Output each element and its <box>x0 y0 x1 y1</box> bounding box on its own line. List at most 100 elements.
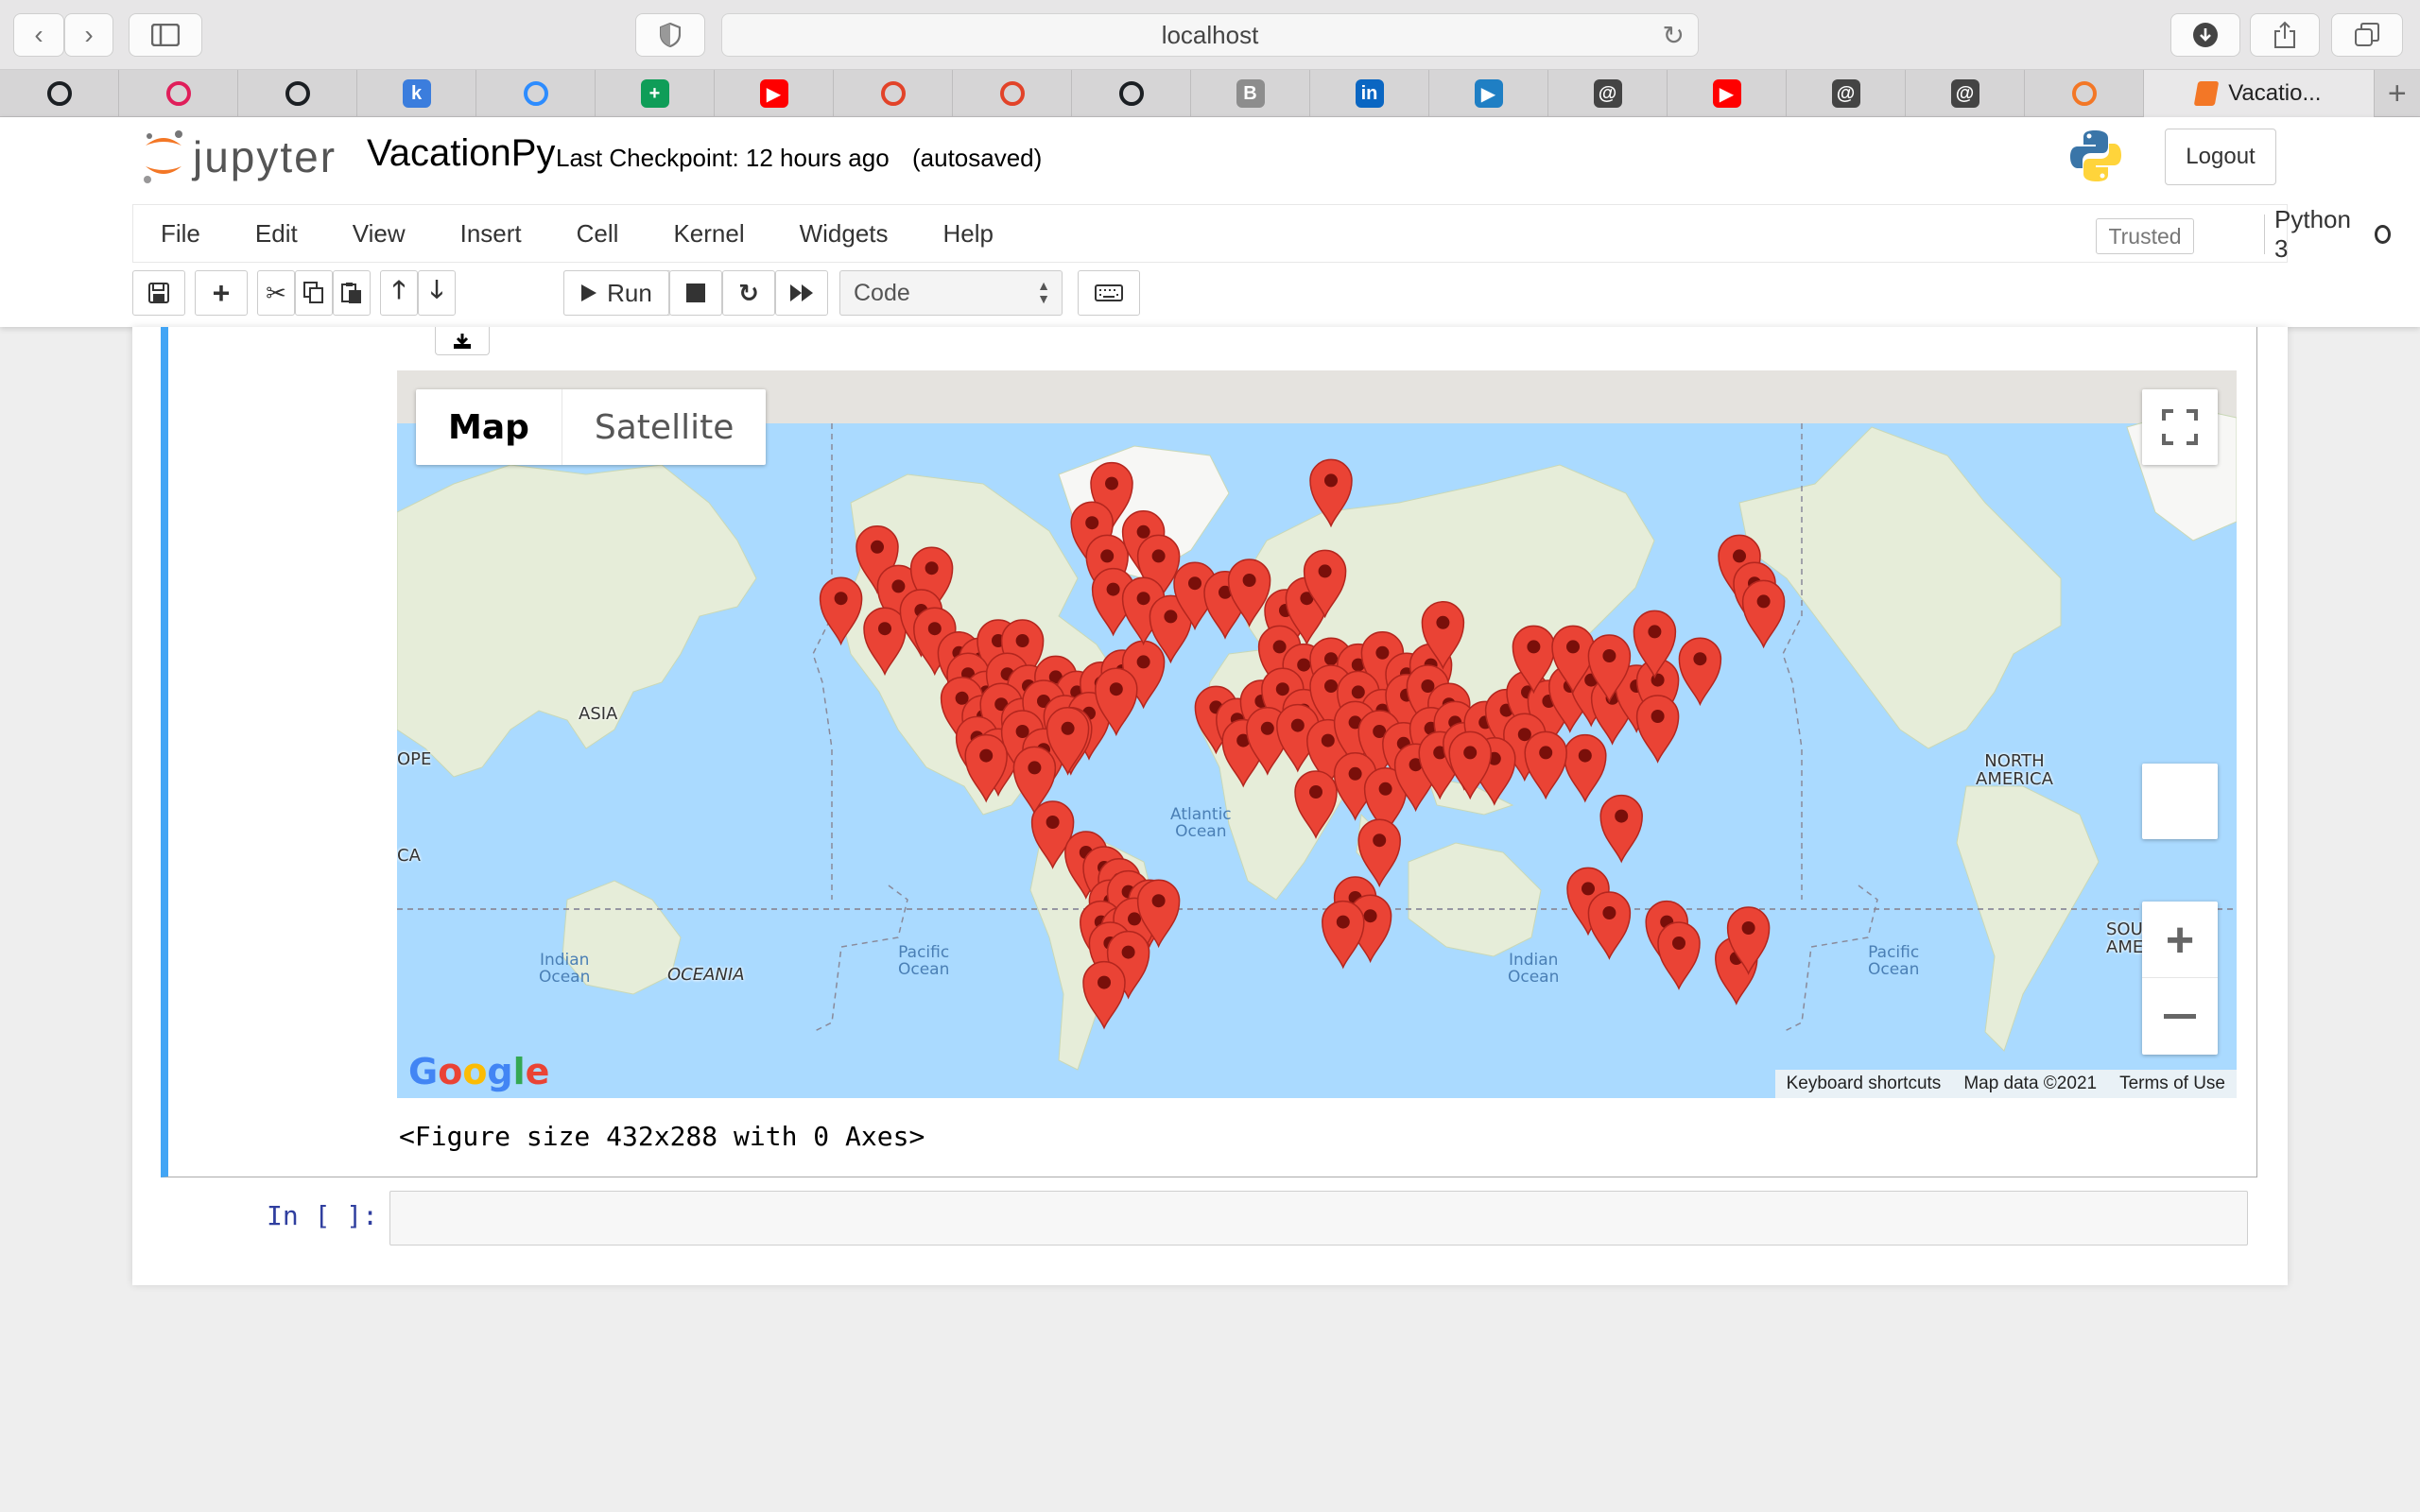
logout-button[interactable]: Logout <box>2165 129 2276 185</box>
python-logo-icon <box>2068 129 2123 188</box>
browser-tab-12[interactable]: in <box>1310 70 1429 117</box>
cell-type-value: Code <box>854 279 910 306</box>
arrow-down-icon: 🡓 <box>430 275 443 303</box>
share-button[interactable] <box>2250 13 2320 57</box>
new-tab-button[interactable]: + <box>2375 70 2420 117</box>
kernel-name: Python 3 <box>2274 205 2351 263</box>
google-logo[interactable]: Google <box>408 1051 549 1092</box>
terms-of-use-link[interactable]: Terms of Use <box>2108 1074 2237 1094</box>
minus-icon <box>2164 1013 2196 1019</box>
menu-kernel[interactable]: Kernel <box>646 219 771 249</box>
copy-button[interactable] <box>295 270 333 316</box>
label-europe: OPE <box>397 749 432 769</box>
browser-tab-14[interactable]: @ <box>1548 70 1668 117</box>
zoom-control: + <box>2142 902 2218 1055</box>
notebook-icon <box>2193 81 2220 106</box>
browser-tab-6[interactable]: + <box>596 70 715 117</box>
browser-tab-9[interactable] <box>953 70 1072 117</box>
label-africa-edge: CA <box>397 846 421 866</box>
browser-tab-11[interactable]: B <box>1191 70 1310 117</box>
menu-insert[interactable]: Insert <box>433 219 549 249</box>
arrow-up-icon: 🡑 <box>392 275 406 303</box>
browser-tab-7[interactable]: ▶ <box>715 70 834 117</box>
jupyter-logo-text: jupyter <box>193 132 337 181</box>
gmaps-figure[interactable]: ASIA OPE CA Atlantic Ocean Indian Ocean OC… <box>397 370 2237 1098</box>
back-button[interactable]: ‹ <box>13 13 64 57</box>
k-icon: k <box>402 79 431 108</box>
gitlab-icon <box>999 81 1025 106</box>
map-view-button[interactable]: Map <box>416 389 562 465</box>
bootstrap-icon: B <box>1236 79 1265 108</box>
save-button[interactable] <box>132 270 185 316</box>
label-indian-ocean-west: Indian Ocean <box>539 951 591 987</box>
paste-icon <box>341 283 361 303</box>
kernel-indicator-area[interactable]: Python 3 <box>2264 205 2391 263</box>
fullscreen-button[interactable] <box>2142 389 2218 465</box>
restart-kernel-button[interactable]: ↻ <box>722 270 775 316</box>
autosave-status: (autosaved) <box>912 144 1043 172</box>
privacy-shield-button[interactable] <box>635 13 705 57</box>
active-tab[interactable]: Vacatio... <box>2144 70 2375 117</box>
browser-tab-2[interactable] <box>119 70 238 117</box>
command-palette-button[interactable] <box>1078 270 1140 316</box>
browser-tab-8[interactable] <box>834 70 953 117</box>
run-cell-button[interactable]: Run <box>563 270 669 316</box>
save-figure-button[interactable] <box>435 327 490 355</box>
map-data-text: Map data ©2021 <box>1963 1074 2098 1093</box>
zoom-out-button[interactable] <box>2142 978 2218 1054</box>
browser-tab-4[interactable]: k <box>357 70 476 117</box>
keyboard-shortcuts-link[interactable]: Keyboard shortcuts <box>1775 1074 1953 1094</box>
browser-tab-3[interactable] <box>238 70 357 117</box>
empty-code-cell-input[interactable] <box>389 1191 2248 1246</box>
street-view-pegman-button[interactable] <box>2142 764 2218 839</box>
browser-tab-13[interactable]: ▶ <box>1429 70 1548 117</box>
address-bar[interactable]: localhost ↻ <box>721 13 1699 57</box>
play-icon <box>581 284 597 301</box>
run-label: Run <box>607 278 652 307</box>
browser-tab-16[interactable]: @ <box>1787 70 1906 117</box>
download-icon <box>2193 23 2218 47</box>
browser-tab-1[interactable] <box>0 70 119 117</box>
trusted-badge[interactable]: Trusted <box>2096 218 2194 254</box>
menu-edit[interactable]: Edit <box>228 219 325 249</box>
tabs-icon <box>2355 23 2379 46</box>
satellite-view-button[interactable]: Satellite <box>562 389 766 465</box>
restart-run-all-button[interactable] <box>775 270 828 316</box>
cut-button[interactable]: ✂ <box>257 270 295 316</box>
stop-icon <box>686 284 705 302</box>
tab-bar: k + ▶ Bin ▶ @ ▶ @ @ Vacatio... + <box>0 70 2420 117</box>
menu-widgets[interactable]: Widgets <box>772 219 916 249</box>
menu-file[interactable]: File <box>133 219 228 249</box>
sidebar-icon <box>151 24 180 46</box>
label-north-america: NORTH AMERICA <box>1976 751 2053 789</box>
zoom-in-button[interactable]: + <box>2142 902 2218 978</box>
browser-tab-5[interactable] <box>476 70 596 117</box>
move-down-button[interactable]: 🡓 <box>418 270 456 316</box>
menu-view[interactable]: View <box>325 219 433 249</box>
move-up-button[interactable]: 🡑 <box>380 270 418 316</box>
jupyter-icon <box>2071 81 2097 106</box>
tab-overview-button[interactable] <box>2331 13 2403 57</box>
cell-type-select[interactable]: Code ▲ ▼ <box>839 270 1063 316</box>
linkedin-icon: in <box>1355 79 1384 108</box>
sidebar-button[interactable] <box>129 13 202 57</box>
notebook-name[interactable]: VacationPy <box>367 132 555 175</box>
menu-cell[interactable]: Cell <box>549 219 647 249</box>
label-pacific-ocean-west: Pacific Ocean <box>898 943 950 979</box>
browser-tab-17[interactable]: @ <box>1906 70 2025 117</box>
jupyter-logo[interactable]: jupyter <box>142 129 337 185</box>
world-map[interactable] <box>397 370 2237 1098</box>
downloads-button[interactable] <box>2170 13 2240 57</box>
paste-button[interactable] <box>333 270 371 316</box>
browser-tab-15[interactable]: ▶ <box>1668 70 1787 117</box>
zoom-icon <box>523 81 548 106</box>
menu-help[interactable]: Help <box>916 219 1021 249</box>
jupyter-header: jupyter VacationPy Last Checkpoint: 12 h… <box>0 117 2420 327</box>
browser-tab-10[interactable] <box>1072 70 1191 117</box>
interrupt-kernel-button[interactable] <box>669 270 722 316</box>
insert-cell-button[interactable]: + <box>195 270 248 316</box>
forward-button[interactable]: › <box>64 13 113 57</box>
browser-tab-18[interactable] <box>2025 70 2144 117</box>
reload-icon[interactable]: ↻ <box>1663 20 1685 51</box>
menubar: File Edit View Insert Cell Kernel Widgets Help … <box>132 204 2391 263</box>
